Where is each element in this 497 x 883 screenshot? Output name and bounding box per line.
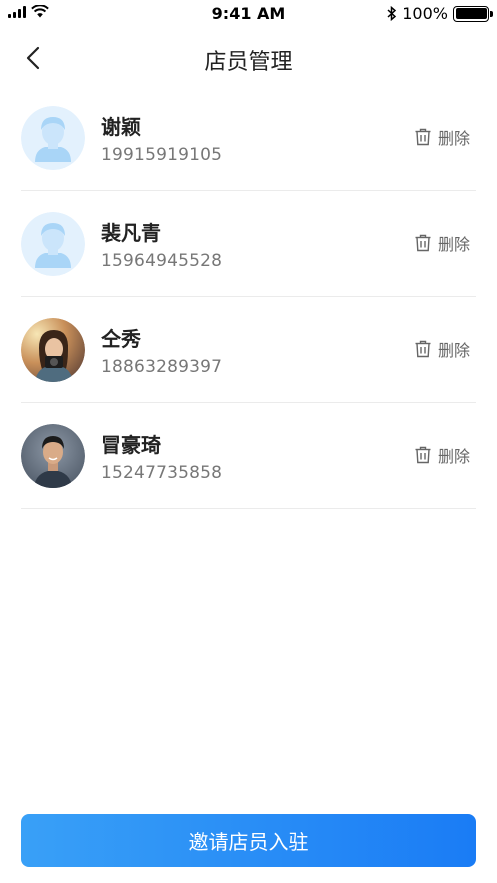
staff-row: 谢颖 19915919105 删除 (21, 85, 476, 191)
delete-button[interactable]: 删除 (414, 337, 470, 361)
staff-row: 仝秀 18863289397 删除 (21, 297, 476, 403)
invite-staff-button[interactable]: 邀请店员入驻 (21, 814, 476, 867)
trash-icon (415, 340, 431, 358)
delete-button[interactable]: 删除 (414, 125, 470, 149)
trash-icon (415, 128, 431, 146)
battery-icon (453, 5, 493, 22)
delete-button[interactable]: 删除 (414, 443, 470, 467)
avatar-placeholder (21, 212, 85, 276)
trash-icon (415, 446, 431, 464)
staff-name: 谢颖 (101, 115, 141, 139)
delete-label: 删除 (437, 341, 470, 360)
delete-label: 删除 (437, 235, 470, 254)
page-title: 店员管理 (204, 50, 293, 75)
avatar-placeholder (21, 106, 85, 170)
staff-list: 谢颖 19915919105 删除 裴凡青 15964945528 删除 仝秀 … (0, 85, 497, 509)
status-right: 100% (387, 4, 493, 23)
staff-phone: 15247735858 (101, 463, 223, 483)
status-bar: 9:41 AM 100% (0, 0, 497, 28)
staff-name: 仝秀 (101, 327, 141, 351)
delete-label: 删除 (437, 129, 470, 148)
staff-name: 冒豪琦 (101, 433, 161, 457)
staff-phone: 15964945528 (101, 251, 223, 271)
nav-bar: 店员管理 (0, 28, 497, 88)
avatar-photo (21, 424, 85, 488)
staff-phone: 18863289397 (101, 357, 223, 377)
delete-button[interactable]: 删除 (414, 231, 470, 255)
staff-row: 裴凡青 15964945528 删除 (21, 191, 476, 297)
trash-icon (415, 234, 431, 252)
staff-name: 裴凡青 (101, 221, 161, 245)
battery-percent: 100% (402, 4, 448, 23)
staff-row: 冒豪琦 15247735858 删除 (21, 403, 476, 509)
avatar-photo (21, 318, 85, 382)
bluetooth-icon (387, 6, 397, 21)
staff-phone: 19915919105 (101, 145, 223, 165)
delete-label: 删除 (437, 447, 470, 466)
